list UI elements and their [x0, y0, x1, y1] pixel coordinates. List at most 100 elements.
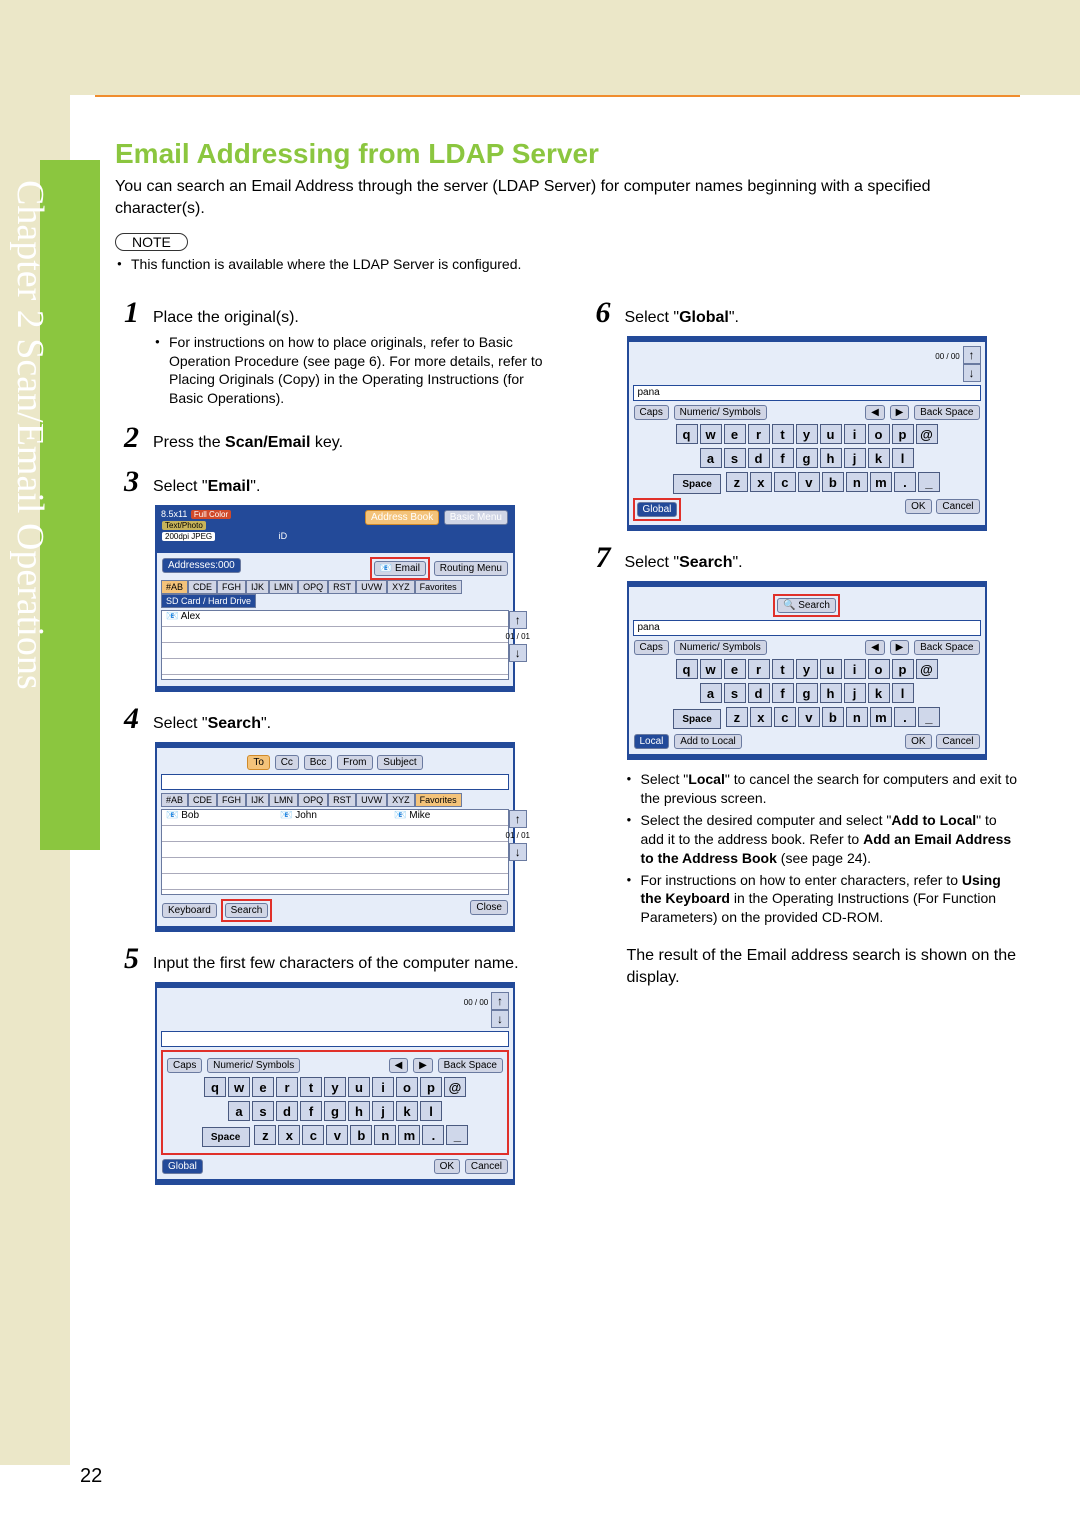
scroll-up-icon[interactable]: ↑ — [963, 346, 981, 364]
key[interactable]: y — [324, 1077, 346, 1097]
sdcard-button[interactable]: SD Card / Hard Drive — [161, 594, 256, 608]
bcc-tab[interactable]: Bcc — [304, 755, 333, 770]
key[interactable]: c — [302, 1125, 324, 1145]
key[interactable]: l — [892, 448, 914, 468]
ok-button[interactable]: OK — [434, 1159, 460, 1174]
list-item[interactable]: 📧 John — [280, 810, 394, 825]
recipient-input[interactable] — [161, 774, 509, 790]
key[interactable]: w — [700, 659, 722, 679]
text-input[interactable]: pana — [633, 620, 981, 636]
search-button[interactable]: 🔍 Search — [777, 598, 836, 613]
key[interactable]: @ — [444, 1077, 466, 1097]
scroll-up-icon[interactable]: ↑ — [491, 992, 509, 1010]
key[interactable]: a — [700, 683, 722, 703]
cursor-right-icon[interactable]: ▶ — [890, 640, 910, 655]
key[interactable]: a — [228, 1101, 250, 1121]
cancel-button[interactable]: Cancel — [465, 1159, 508, 1174]
key[interactable]: v — [798, 707, 820, 727]
cursor-left-icon[interactable]: ◀ — [865, 640, 885, 655]
key[interactable]: x — [278, 1125, 300, 1145]
key[interactable]: o — [868, 659, 890, 679]
alpha-tab[interactable]: RST — [328, 580, 356, 594]
key[interactable]: d — [748, 683, 770, 703]
key[interactable]: y — [796, 659, 818, 679]
cursor-right-icon[interactable]: ▶ — [890, 405, 910, 420]
key[interactable]: _ — [446, 1125, 468, 1145]
key[interactable]: x — [750, 472, 772, 492]
key[interactable]: s — [724, 683, 746, 703]
key[interactable]: l — [892, 683, 914, 703]
key[interactable]: t — [772, 659, 794, 679]
key[interactable]: z — [726, 472, 748, 492]
add-to-local-button[interactable]: Add to Local — [674, 734, 742, 749]
numeric-symbols-button[interactable]: Numeric/ Symbols — [207, 1058, 300, 1073]
scroll-up-icon[interactable]: ↑ — [509, 810, 527, 828]
backspace-button[interactable]: Back Space — [914, 405, 979, 420]
key[interactable]: m — [398, 1125, 420, 1145]
key[interactable]: k — [868, 683, 890, 703]
alpha-tab[interactable]: IJK — [246, 793, 269, 807]
cc-tab[interactable]: Cc — [275, 755, 299, 770]
keyboard-button[interactable]: Keyboard — [162, 903, 217, 918]
key[interactable]: _ — [918, 472, 940, 492]
key[interactable]: m — [870, 707, 892, 727]
key[interactable]: g — [324, 1101, 346, 1121]
key[interactable]: f — [772, 683, 794, 703]
caps-button[interactable]: Caps — [634, 405, 669, 420]
key[interactable]: n — [846, 472, 868, 492]
key[interactable]: f — [772, 448, 794, 468]
key[interactable]: c — [774, 472, 796, 492]
alpha-tab[interactable]: XYZ — [387, 793, 415, 807]
key[interactable]: f — [300, 1101, 322, 1121]
cursor-left-icon[interactable]: ◀ — [865, 405, 885, 420]
numeric-symbols-button[interactable]: Numeric/ Symbols — [674, 640, 767, 655]
key[interactable]: j — [844, 683, 866, 703]
favorites-tab[interactable]: Favorites — [415, 580, 462, 594]
list-item[interactable]: 📧 Bob — [166, 810, 280, 825]
scroll-down-icon[interactable]: ↓ — [509, 843, 527, 861]
key[interactable]: j — [372, 1101, 394, 1121]
cancel-button[interactable]: Cancel — [936, 734, 979, 749]
list-item[interactable]: 📧 Mike — [394, 810, 508, 825]
favorites-tab[interactable]: Favorites — [415, 793, 462, 807]
key[interactable]: s — [252, 1101, 274, 1121]
key[interactable]: h — [820, 683, 842, 703]
key[interactable]: v — [798, 472, 820, 492]
key[interactable]: o — [396, 1077, 418, 1097]
alpha-tab[interactable]: XYZ — [387, 580, 415, 594]
key[interactable]: _ — [918, 707, 940, 727]
key[interactable]: k — [868, 448, 890, 468]
alpha-tab[interactable]: RST — [328, 793, 356, 807]
alpha-tab[interactable]: #AB — [161, 580, 188, 594]
caps-button[interactable]: Caps — [634, 640, 669, 655]
key[interactable]: e — [724, 424, 746, 444]
address-book-button[interactable]: Address Book — [365, 510, 439, 525]
cancel-button[interactable]: Cancel — [936, 499, 979, 514]
key[interactable]: g — [796, 683, 818, 703]
global-button[interactable]: Global — [637, 502, 678, 517]
close-button[interactable]: Close — [470, 900, 508, 915]
key[interactable]: e — [724, 659, 746, 679]
local-button[interactable]: Local — [634, 734, 670, 749]
key[interactable]: u — [348, 1077, 370, 1097]
search-button[interactable]: Search — [225, 903, 269, 918]
key[interactable]: b — [350, 1125, 372, 1145]
key[interactable]: d — [276, 1101, 298, 1121]
key[interactable]: i — [844, 424, 866, 444]
alpha-tab[interactable]: IJK — [246, 580, 269, 594]
key[interactable]: i — [844, 659, 866, 679]
key[interactable]: z — [726, 707, 748, 727]
key[interactable]: o — [868, 424, 890, 444]
text-input[interactable]: pana — [633, 385, 981, 401]
key[interactable]: q — [676, 659, 698, 679]
alpha-tab[interactable]: CDE — [188, 793, 217, 807]
ok-button[interactable]: OK — [905, 734, 931, 749]
alpha-tab[interactable]: UVW — [356, 580, 387, 594]
key[interactable]: h — [820, 448, 842, 468]
key[interactable]: g — [796, 448, 818, 468]
key[interactable]: q — [676, 424, 698, 444]
alpha-tab[interactable]: CDE — [188, 580, 217, 594]
to-tab[interactable]: To — [247, 755, 270, 770]
key[interactable]: a — [700, 448, 722, 468]
key[interactable]: c — [774, 707, 796, 727]
